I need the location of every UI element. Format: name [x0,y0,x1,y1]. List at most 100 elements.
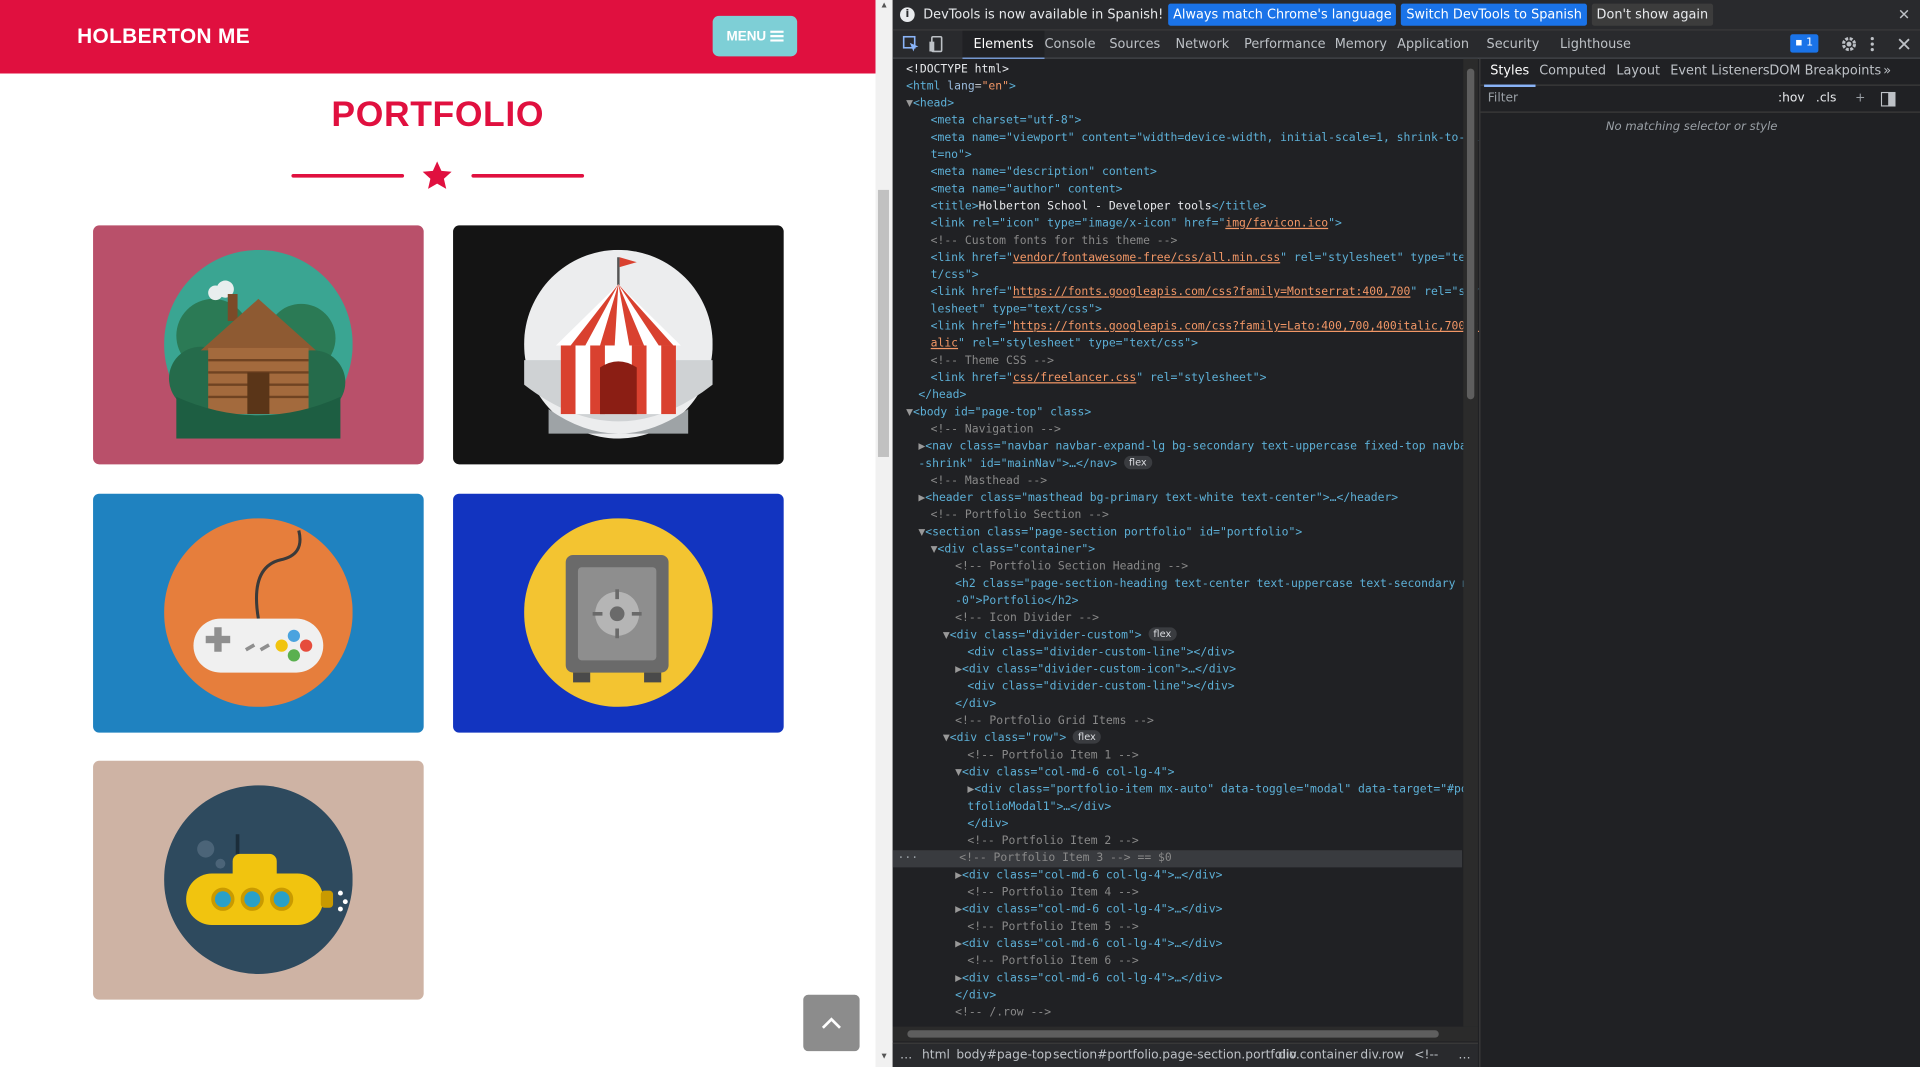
code-line[interactable]: ▼<div class="divider-custom"> flex [943,627,1512,644]
tab-computed[interactable]: Computed [1539,59,1606,86]
device-toolbar-icon[interactable] [928,35,945,53]
code-line[interactable]: <!-- Masthead --> [931,473,1500,490]
more-dots-icon[interactable]: ··· [898,851,919,864]
code-line[interactable]: <link href="vendor/fontawesome-free/css/… [931,250,1500,267]
elements-h-scrollbar[interactable] [892,1026,1478,1042]
page-scrollbar-thumb[interactable] [877,189,889,457]
breadcrumb-more[interactable]: … [900,1044,912,1067]
code-line[interactable]: <!-- Portfolio Section Heading --> [955,559,1524,576]
code-line[interactable]: <title>Holberton School - Developer tool… [931,198,1500,215]
collapse-triangle-icon[interactable]: ▶ [955,937,962,950]
code-line[interactable]: </div> [955,696,1524,713]
expand-triangle-icon[interactable]: ▼ [931,543,938,556]
code-line[interactable]: t=no"> [931,147,1500,164]
elements-scrollbar[interactable] [1463,58,1478,1027]
lato-link[interactable]: https://fonts.googleapis.com/css?family=… [1013,320,1479,333]
code-line[interactable]: ▼<div class="col-md-6 col-lg-4"> [955,764,1524,781]
expand-triangle-icon[interactable]: ▼ [955,766,962,779]
portfolio-item-game-controller[interactable] [93,493,424,733]
collapse-triangle-icon[interactable]: ▶ [967,783,974,796]
expand-triangle-icon[interactable]: ▼ [906,97,913,110]
breadcrumb-body[interactable]: body#page-top [956,1044,1052,1067]
code-line[interactable]: <!-- Portfolio Item 1 --> [967,747,1536,764]
expand-triangle-icon[interactable]: ▼ [918,526,925,539]
breadcrumb-more-end[interactable]: … [1458,1044,1470,1067]
elements-tree[interactable]: <!DOCTYPE html> <html lang="en"> ▼<head>… [892,58,1479,1027]
code-line[interactable]: <link href="https://fonts.googleapis.com… [931,319,1500,336]
close-devtools-icon[interactable] [1897,36,1912,53]
portfolio-item-circus-tent[interactable] [453,225,784,465]
collapse-triangle-icon[interactable]: ▶ [955,663,962,676]
toggle-sidebar-icon[interactable] [1880,91,1896,107]
scroll-to-top-button[interactable] [803,994,860,1052]
tab-layout[interactable]: Layout [1616,59,1660,86]
portfolio-item-safe[interactable] [453,493,784,733]
code-line[interactable]: <link href="https://fonts.googleapis.com… [931,284,1500,301]
tab-styles[interactable]: Styles [1484,59,1536,87]
flex-badge[interactable]: flex [1148,627,1177,641]
collapse-triangle-icon[interactable]: ▶ [918,440,925,453]
close-icon[interactable]: ✕ [1898,6,1910,23]
tab-network[interactable]: Network [1176,31,1230,59]
code-line[interactable]: ▶<div class="col-md-6 col-lg-4">…</div> [955,867,1524,884]
elements-scrollbar-thumb[interactable] [1466,68,1475,400]
code-line[interactable]: <meta name="author" content> [931,181,1500,198]
flex-badge[interactable]: flex [1124,455,1152,470]
tab-sources[interactable]: Sources [1109,31,1160,59]
code-line[interactable]: -0">Portfolio</h2> [955,593,1524,610]
code-line[interactable]: <link rel="icon" type="image/x-icon" hre… [931,216,1500,233]
code-line[interactable]: </div> [955,987,1524,1004]
scroll-up-arrow-icon[interactable]: ▲ [876,0,893,12]
code-line[interactable]: ▶<div class="col-md-6 col-lg-4">…</div> [955,936,1524,953]
code-line[interactable]: <!-- Theme CSS --> [931,353,1500,370]
breadcrumb-comment[interactable]: <!-- [1414,1044,1438,1067]
code-line[interactable]: <!DOCTYPE html> [906,61,1475,78]
code-line[interactable]: <div class="divider-custom-line"></div> [967,644,1536,661]
collapse-triangle-icon[interactable]: ▶ [918,491,925,504]
code-line[interactable]: <!-- Portfolio Item 5 --> [967,919,1536,936]
fontawesome-link[interactable]: vendor/fontawesome-free/css/all.min.css [1013,251,1280,264]
collapse-triangle-icon[interactable]: ▶ [955,903,962,916]
code-line[interactable]: ▶<nav class="navbar navbar-expand-lg bg-… [918,439,1487,456]
expand-triangle-icon[interactable]: ▼ [906,406,913,419]
switch-language-button[interactable]: Switch DevTools to Spanish [1401,3,1587,26]
code-line[interactable]: <!-- Custom fonts for this theme --> [931,233,1500,250]
code-line[interactable]: </div> [967,816,1536,833]
cls-toggle[interactable]: .cls [1816,92,1836,105]
elements-h-scrollbar-thumb[interactable] [907,1030,1439,1038]
code-line[interactable]: <h2 class="page-section-heading text-cen… [955,576,1524,593]
portfolio-item-submarine[interactable] [93,760,424,1000]
inspect-element-icon[interactable] [902,35,919,53]
breadcrumb-html[interactable]: html [922,1044,950,1067]
page-scrollbar[interactable]: ▲ ▼ [875,0,893,1067]
code-line[interactable]: <div class="divider-custom-line"></div> [967,679,1536,696]
selected-code-line[interactable]: ··· <!-- Portfolio Item 3 --> == $0 [892,850,1463,868]
menu-button[interactable]: MENU [712,15,798,57]
tab-console[interactable]: Console [1044,31,1095,59]
tab-lighthouse[interactable]: Lighthouse [1560,31,1631,59]
dont-show-again-button[interactable]: Don't show again [1591,3,1713,26]
code-line[interactable]: <html lang="en"> [906,78,1475,95]
code-line[interactable]: ▶<div class="divider-custom-icon">…</div… [955,662,1524,679]
collapse-triangle-icon[interactable]: ▶ [955,972,962,985]
tab-application[interactable]: Application [1397,31,1469,59]
code-line[interactable]: ▼<body id="page-top" class> [906,404,1475,421]
code-line[interactable]: <!-- Portfolio Grid Items --> [955,713,1524,730]
favicon-link[interactable]: img/favicon.ico [1225,217,1328,230]
code-line[interactable]: <!-- Icon Divider --> [955,610,1524,627]
code-line[interactable]: ▶<div class="col-md-6 col-lg-4">…</div> [955,970,1524,987]
hov-toggle[interactable]: :hov [1778,92,1805,105]
breadcrumb-container[interactable]: div.container [1278,1044,1357,1067]
tab-dom-breakpoints[interactable]: DOM Breakpoints [1769,59,1881,86]
code-line[interactable]: <!-- Navigation --> [931,421,1500,438]
code-line[interactable]: ▼<div class="container"> [931,541,1500,558]
issues-badge[interactable]: ▪ 1 [1790,34,1819,53]
code-line[interactable]: ▶<div class="col-md-6 col-lg-4">…</div> [955,902,1524,919]
code-line[interactable]: <meta charset="utf-8"> [931,113,1500,130]
code-line[interactable]: <!-- Portfolio Item 6 --> [967,953,1536,970]
code-line[interactable]: ▼<section class="page-section portfolio"… [918,524,1487,541]
brand-link[interactable]: HOLBERTON ME [77,25,250,50]
code-line[interactable]: ▶<header class="masthead bg-primary text… [918,490,1487,507]
gear-icon[interactable] [1840,36,1857,53]
code-line[interactable]: ▼<div class="row"> flex [943,730,1512,747]
